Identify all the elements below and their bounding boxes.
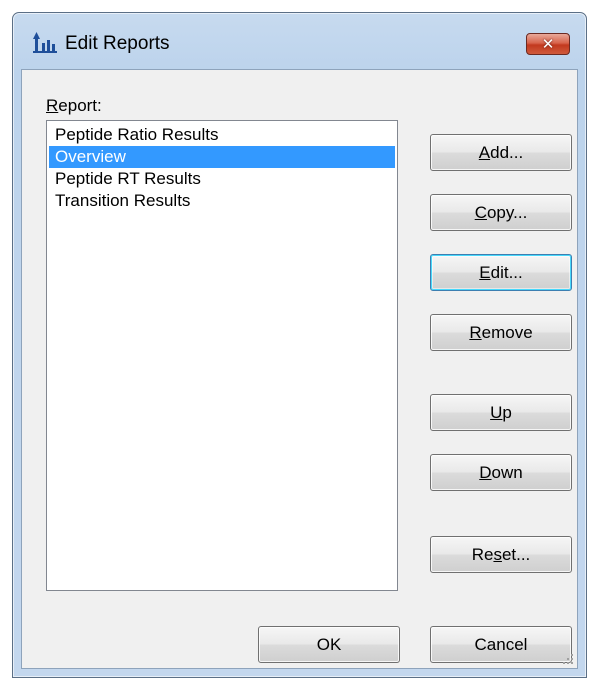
edit-reports-dialog: Edit Reports ✕ Report: Peptide Ratio Res…: [12, 12, 587, 678]
add-button[interactable]: Add...: [430, 134, 572, 171]
up-mnemonic: U: [490, 402, 503, 422]
title-bar[interactable]: Edit Reports ✕: [13, 13, 586, 69]
dialog-body: Report: Peptide Ratio Results Overview P…: [21, 69, 578, 669]
add-label: dd...: [490, 142, 524, 162]
list-item[interactable]: Peptide Ratio Results: [49, 124, 395, 146]
reset-mnemonic: s: [493, 544, 502, 564]
remove-label: emove: [481, 322, 533, 342]
down-mnemonic: D: [479, 462, 492, 482]
resize-grip-icon[interactable]: [562, 653, 574, 665]
reset-button[interactable]: Re s et...: [430, 536, 572, 573]
down-label: own: [491, 462, 523, 482]
up-label: p: [502, 402, 512, 422]
add-mnemonic: A: [478, 142, 491, 162]
close-icon: ✕: [541, 35, 555, 53]
report-label-mnemonic: R: [46, 96, 59, 115]
reset-label: et...: [501, 544, 531, 564]
cancel-label: Cancel: [474, 634, 528, 654]
list-item-selected[interactable]: Overview: [49, 146, 395, 168]
window-title: Edit Reports: [65, 33, 170, 54]
edit-button[interactable]: Edit...: [430, 254, 572, 291]
report-listbox[interactable]: Peptide Ratio Results Overview Peptide R…: [46, 120, 398, 591]
edit-mnemonic: E: [479, 262, 491, 282]
report-label-text: eport:: [58, 96, 102, 115]
copy-label: opy...: [486, 202, 528, 222]
skyline-app-icon: [33, 32, 57, 53]
close-button[interactable]: ✕: [526, 33, 570, 55]
edit-label: dit...: [490, 262, 523, 282]
copy-button[interactable]: Copy...: [430, 194, 572, 231]
up-button[interactable]: Up: [430, 394, 572, 431]
reset-label-pre: Re: [471, 544, 494, 564]
copy-mnemonic: C: [474, 202, 487, 222]
cancel-button[interactable]: Cancel: [430, 626, 572, 663]
list-item[interactable]: Peptide RT Results: [49, 168, 395, 190]
ok-label: OK: [316, 634, 342, 654]
down-button[interactable]: Down: [430, 454, 572, 491]
remove-mnemonic: R: [469, 322, 482, 342]
list-item[interactable]: Transition Results: [49, 190, 395, 212]
report-label: Report:: [46, 96, 102, 116]
remove-button[interactable]: Remove: [430, 314, 572, 351]
ok-button[interactable]: OK: [258, 626, 400, 663]
